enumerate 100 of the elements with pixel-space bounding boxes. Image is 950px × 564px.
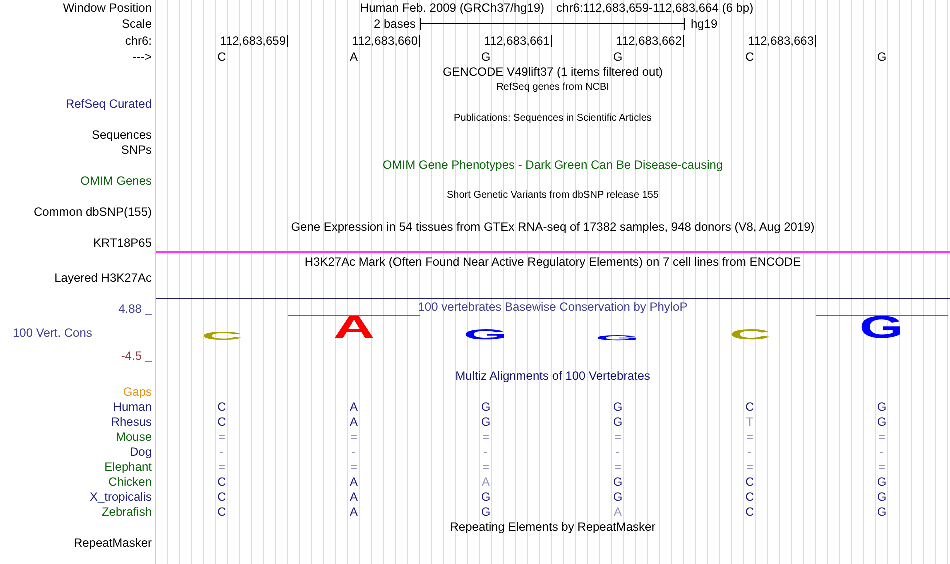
coordinate-label: 112,683,663 [748,34,815,46]
track-title: Gene Expression in 54 tissues from GTEx RNA-seq of 17382 samples, 948 donors (V8, Aug 2019) [291,221,815,233]
track-label[interactable]: OMIM Genes [80,174,152,186]
aligned-base: C [746,490,754,502]
track-title: H3K27Ac Mark (Often Found Near Active Regulatory Elements) on 7 cell lines from ENCODE [304,256,802,268]
aligned-base: G [613,400,623,412]
aligned-base: G [481,490,491,502]
aligned-base: G [481,506,491,518]
aligned-base: = [878,460,886,472]
axis-min-label: -4.5 _ [121,350,154,364]
track-title: GENCODE V49lift37 (1 items filtered out) [442,66,664,78]
aligned-base: - [880,446,884,458]
coordinate-label: 112,683,660 [352,34,419,46]
aligned-base: C [218,476,226,488]
assembly-title: Human Feb. 2009 (GRCh37/hg19) [360,2,545,14]
logo-letter: A [333,317,375,341]
track-title: OMIM Gene Phenotypes - Dark Green Can Be Disease-causing [382,159,724,171]
aligned-base: - [352,446,356,458]
position-text: chr6:112,683,659-112,683,664 (6 bp) [556,2,754,14]
aligned-base: A [350,490,358,502]
aligned-base: C [746,400,754,412]
aligned-base: C [218,490,226,502]
logo-letter: G [464,330,508,341]
aligned-base: = [482,460,490,472]
aligned-base: T [746,416,754,428]
track-label[interactable]: Common dbSNP(155) [34,206,152,218]
coordinate-label: 112,683,661 [484,34,551,46]
aligned-base: - [484,446,488,458]
track-label[interactable]: KRT18P65 [94,236,152,248]
aligned-base: G [613,476,623,488]
track-label[interactable]: Mouse [116,430,152,442]
track-title: Multiz Alignments of 100 Vertebrates [456,370,650,382]
track-label[interactable]: RepeatMasker [74,536,152,548]
aligned-base: G [877,490,887,502]
ruler-tick [815,34,816,46]
track-title: Repeating Elements by RepeatMasker [450,521,656,533]
aligned-base: = [218,430,226,442]
ruler-tick [287,34,288,46]
base-letter: C [746,50,754,62]
coordinate-label: 112,683,659 [220,34,287,46]
track-title: Short Genetic Variants from dbSNP release 155 [447,191,659,201]
ruler-tick [683,34,684,46]
logo-letter: C [201,332,243,341]
track-label[interactable]: Human [113,400,152,412]
aligned-base: A [614,506,622,518]
track-label[interactable]: Layered H3K27Ac [54,272,152,284]
track-label[interactable]: ---> [133,50,152,62]
logo-letter: G [860,317,904,341]
aligned-base: G [613,416,623,428]
coordinate-label: 112,683,662 [616,34,683,46]
track-label[interactable]: Rhesus [111,416,152,428]
aligned-base: A [350,400,358,412]
aligned-base: C [218,506,226,518]
track-title: RefSeq genes from NCBI [496,83,610,93]
track-label[interactable]: 100 Vert. Cons [0,327,155,341]
ruler-tick [551,34,552,46]
track-label[interactable]: Scale [122,18,152,30]
aligned-base: C [746,506,754,518]
logo-letter: C [729,330,771,341]
aligned-base: = [746,430,754,442]
aligned-base: G [481,416,491,428]
assembly-name: hg19 [690,18,719,30]
aligned-base: A [350,416,358,428]
base-letter: C [218,50,226,62]
track-label[interactable]: SNPs [121,144,152,156]
aligned-base: G [877,506,887,518]
track-label[interactable]: Sequences [92,128,152,140]
aligned-base: G [481,400,491,412]
aligned-base: A [350,506,358,518]
track-title: Publications: Sequences in Scientific Articles [454,114,652,124]
aligned-base: = [218,460,226,472]
track-label[interactable]: Chicken [108,476,152,488]
aligned-base: = [614,430,622,442]
aligned-base: C [218,416,226,428]
scale-text: 2 bases [372,18,417,30]
aligned-base: C [746,476,754,488]
track-label[interactable]: X_tropicalis [90,490,152,502]
track-title: 100 vertebrates Basewise Conservation by PhyloP [418,301,688,313]
aligned-base: G [877,400,887,412]
aligned-base: A [482,476,490,488]
aligned-base: - [748,446,752,458]
aligned-base: G [877,476,887,488]
track-label[interactable]: Zebrafish [102,506,152,518]
track-label[interactable]: Elephant [104,460,152,472]
aligned-base: C [218,400,226,412]
axis-max-label: 4.88 _ [118,303,154,317]
track-label[interactable]: chr6: [125,34,152,46]
aligned-base: - [616,446,620,458]
track-label[interactable]: Dog [130,446,152,458]
track-label[interactable]: Window Position [63,2,152,14]
aligned-base: = [878,430,886,442]
base-letter: A [350,50,358,62]
ruler-tick [419,34,420,46]
aligned-base: G [877,416,887,428]
track-label[interactable]: RefSeq Curated [66,98,152,110]
aligned-base: = [746,460,754,472]
base-letter: G [877,50,887,62]
aligned-base: = [350,460,358,472]
aligned-base: G [613,490,623,502]
aligned-base: = [614,460,622,472]
